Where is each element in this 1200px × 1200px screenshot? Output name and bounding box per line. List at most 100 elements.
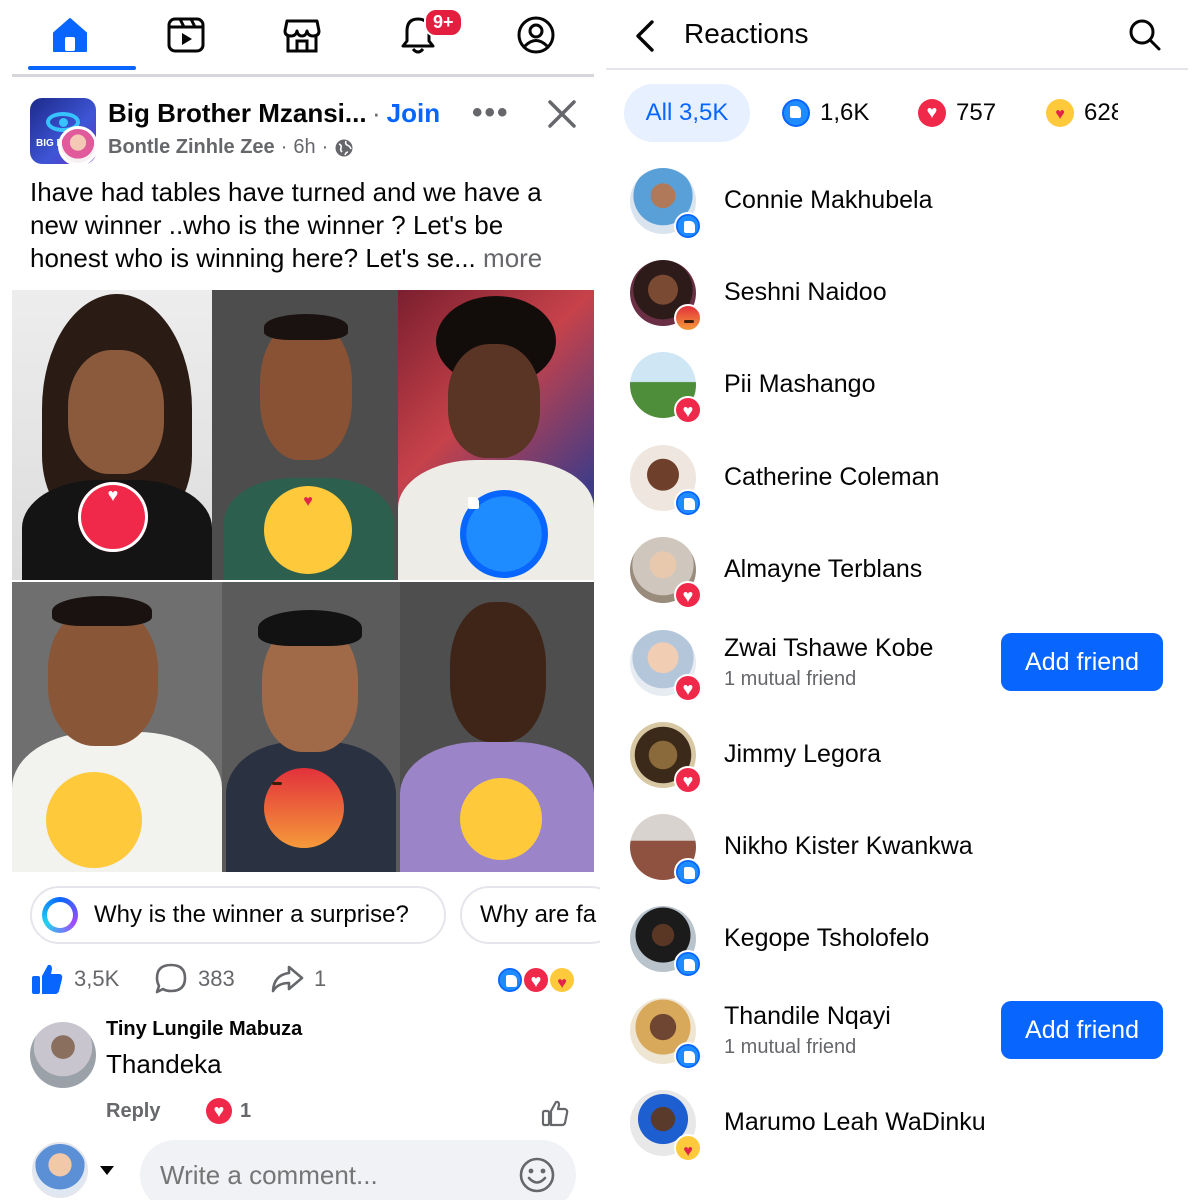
love-reaction-icon xyxy=(674,581,702,609)
nav-video[interactable] xyxy=(156,10,216,60)
love-reaction-icon xyxy=(206,1098,232,1124)
post-text: Ihave had tables have turned and we have… xyxy=(30,176,578,275)
tab-all[interactable]: All 3,5K xyxy=(624,84,750,142)
commenter-avatar[interactable] xyxy=(30,1022,96,1088)
like-reaction-icon xyxy=(674,950,702,978)
love-emoji-icon xyxy=(78,482,148,552)
add-friend-button[interactable]: Add friend xyxy=(1001,633,1163,691)
photo-contestant-2[interactable] xyxy=(212,290,398,580)
reactor-name[interactable]: Pii Mashango xyxy=(724,370,875,399)
photo-hair xyxy=(258,610,362,646)
reactor-name[interactable]: Catherine Coleman xyxy=(724,463,939,492)
tab-label: 628 xyxy=(1084,99,1118,126)
reactor-name[interactable]: Marumo Leah WaDinku xyxy=(724,1108,986,1137)
like-emoji-icon xyxy=(460,490,548,578)
search-icon[interactable] xyxy=(1128,18,1162,52)
comment-text: Thandeka xyxy=(106,1049,222,1079)
love-reaction-icon xyxy=(674,396,702,424)
comment-count: 383 xyxy=(198,966,235,991)
reactor-row[interactable]: Zwai Tshawe Kobe 1 mutual friend Add frien… xyxy=(606,612,1200,704)
author-name[interactable]: Bontle Zinhle Zee xyxy=(108,136,275,159)
author-avatar[interactable] xyxy=(58,126,98,166)
active-tab-indicator xyxy=(28,66,136,70)
comment-input[interactable] xyxy=(140,1140,576,1200)
join-label: Join xyxy=(386,98,441,128)
post-photo-collage[interactable] xyxy=(12,290,594,872)
share-icon xyxy=(271,965,304,993)
reactor-name[interactable]: Nikho Kister Kwankwa xyxy=(724,832,973,861)
reactor-name[interactable]: Seshni Naidoo xyxy=(724,278,887,307)
reactor-row[interactable]: Almayne Terblans xyxy=(606,519,1200,611)
reply-button[interactable]: Reply xyxy=(106,1100,160,1123)
separator-dot: · xyxy=(321,136,329,158)
reactor-name[interactable]: Almayne Terblans xyxy=(724,555,922,584)
share-action[interactable]: 1 xyxy=(270,962,326,996)
like-reaction-icon xyxy=(496,966,524,994)
more-options-button[interactable]: ••• xyxy=(472,96,510,130)
tab-like[interactable]: 1,6K xyxy=(782,84,869,142)
back-arrow-icon[interactable] xyxy=(630,16,660,56)
care-reaction-icon xyxy=(1046,99,1074,127)
reactor-name[interactable]: Thandile Nqayi xyxy=(724,1002,891,1031)
nav-notifications[interactable]: 9+ xyxy=(388,8,463,60)
tab-care[interactable]: 628 xyxy=(1046,84,1118,142)
reactor-name[interactable]: Zwai Tshawe Kobe xyxy=(724,634,933,663)
photo-contestant-4[interactable] xyxy=(12,582,222,872)
reactor-row[interactable]: Seshni Naidoo xyxy=(606,242,1200,334)
nav-home[interactable] xyxy=(40,10,100,60)
tab-love[interactable]: 757 xyxy=(918,84,996,142)
reactor-name[interactable]: Jimmy Legora xyxy=(724,740,881,769)
emoji-icon[interactable] xyxy=(518,1156,556,1194)
reactor-row[interactable]: Connie Makhubela xyxy=(606,150,1200,242)
photo-contestant-6[interactable] xyxy=(400,582,594,872)
add-friend-button[interactable]: Add friend xyxy=(1001,1001,1163,1059)
love-reaction-icon xyxy=(522,966,550,994)
reactor-row[interactable]: Jimmy Legora xyxy=(606,704,1200,796)
reaction-summary[interactable] xyxy=(496,966,582,994)
reactor-row[interactable]: Catherine Coleman xyxy=(606,427,1200,519)
like-action[interactable]: 3,5K xyxy=(30,962,119,996)
profile-icon xyxy=(517,16,555,54)
my-avatar[interactable] xyxy=(32,1142,88,1198)
photo-contestant-1[interactable] xyxy=(12,290,212,580)
tab-label: 757 xyxy=(956,99,997,126)
see-more-link[interactable]: more xyxy=(483,243,542,273)
globe-icon xyxy=(335,139,353,156)
mutual-friends: 1 mutual friend xyxy=(724,1036,857,1058)
home-icon xyxy=(53,18,87,52)
reactor-name[interactable]: Connie Makhubela xyxy=(724,186,932,215)
ai-suggestion-chip[interactable]: Why are fa xyxy=(460,886,600,944)
reactor-row[interactable]: Thandile Nqayi 1 mutual friend Add friend xyxy=(606,980,1200,1072)
group-name[interactable]: Big Brother Mzansi... xyxy=(108,98,367,129)
notification-badge: 9+ xyxy=(424,8,463,37)
photo-contestant-5[interactable] xyxy=(222,582,400,872)
separator-dot: · xyxy=(280,136,288,158)
header-divider xyxy=(606,68,1188,70)
chevron-down-icon[interactable] xyxy=(100,1166,114,1175)
reactor-row[interactable]: Pii Mashango xyxy=(606,334,1200,426)
close-icon[interactable] xyxy=(542,94,582,134)
photo-face xyxy=(68,350,164,474)
reactor-row[interactable]: Kegope Tsholofelo xyxy=(606,888,1200,980)
comment-reactions[interactable]: 1 xyxy=(206,1098,251,1124)
thumbs-up-filled-icon xyxy=(32,964,63,994)
share-count: 1 xyxy=(314,966,327,991)
post-time[interactable]: 6h xyxy=(293,136,315,159)
commenter-name[interactable]: Tiny Lungile Mabuza xyxy=(106,1018,302,1041)
ai-suggestion-chip[interactable]: Why is the winner a surprise? xyxy=(30,886,446,944)
like-reaction-icon xyxy=(782,99,810,127)
reactor-name[interactable]: Kegope Tsholofelo xyxy=(724,924,929,953)
nav-marketplace[interactable] xyxy=(272,10,332,60)
photo-contestant-3[interactable] xyxy=(398,290,594,580)
tab-label: All 3,5K xyxy=(645,99,729,126)
thumbs-up-outline-icon[interactable] xyxy=(540,1098,570,1128)
top-navigation: 9+ xyxy=(12,0,594,78)
photo-face xyxy=(448,344,540,458)
join-link[interactable]: · Join xyxy=(372,98,440,129)
post-panel: 9+ BIG B Big Brother Mzansi... · Join •••… xyxy=(0,0,600,1200)
reactor-row[interactable]: Marumo Leah WaDinku xyxy=(606,1072,1200,1164)
reactor-row[interactable]: Nikho Kister Kwankwa xyxy=(606,796,1200,888)
comment-action[interactable]: 383 xyxy=(154,962,235,996)
nav-profile[interactable] xyxy=(506,10,566,60)
photo-face xyxy=(450,602,546,742)
